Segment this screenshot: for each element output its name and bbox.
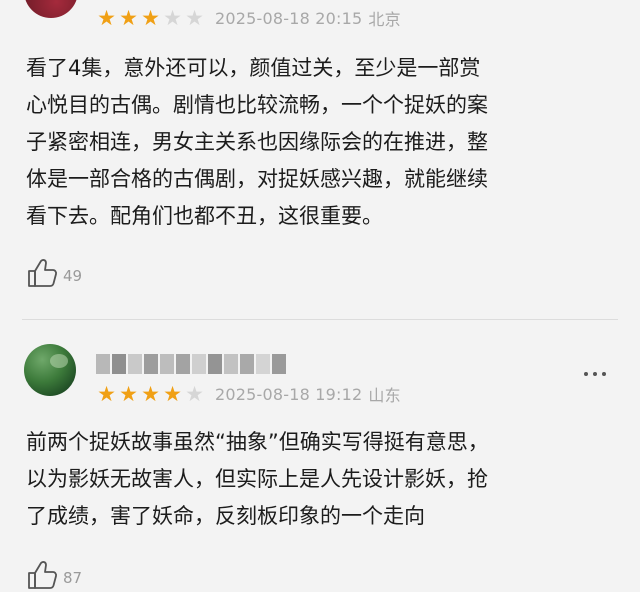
star-filled-icon: ★ <box>163 382 182 406</box>
star-filled-icon: ★ <box>119 6 138 30</box>
more-dots-icon[interactable] <box>584 372 606 376</box>
star-filled-icon: ★ <box>119 382 138 406</box>
like-count: 49 <box>63 267 83 285</box>
star-filled-icon: ★ <box>141 6 160 30</box>
review-meta: ★ ★ ★ ★ ★ 2025-08-18 19:12 山东 <box>96 382 401 406</box>
review-text: 前两个捉妖故事虽然“抽象”但确实写得挺有意思， 以为影妖无故害人，但实际上是人先… <box>26 430 489 528</box>
like-count: 87 <box>63 569 83 587</box>
star-filled-icon: ★ <box>97 382 116 406</box>
review-meta: ★ ★ ★ ★ ★ 2025-08-18 20:15 北京 <box>96 6 401 30</box>
thumbs-up-icon <box>28 259 57 287</box>
thumbs-up-icon <box>28 561 57 589</box>
review-text: 看了4集，意外还可以，颜值过关，至少是一部赏 心悦目的古偶。剧情也比较流畅，一个… <box>26 56 488 228</box>
star-filled-icon: ★ <box>97 6 116 30</box>
avatar[interactable] <box>24 0 78 18</box>
star-rating: ★ ★ ★ ★ ★ <box>96 383 205 405</box>
star-filled-icon: ★ <box>141 382 160 406</box>
review-location: 山东 <box>368 386 401 405</box>
star-rating: ★ ★ ★ ★ ★ <box>96 7 205 29</box>
star-empty-icon: ★ <box>185 6 204 30</box>
like-button[interactable]: 49 <box>26 256 82 290</box>
like-button[interactable]: 87 <box>26 558 82 592</box>
avatar[interactable] <box>24 344 76 396</box>
review-date: 2025-08-18 19:12 <box>215 384 363 404</box>
username-redacted <box>96 354 286 374</box>
review-date: 2025-08-18 20:15 <box>215 8 363 28</box>
review-location: 北京 <box>368 10 401 29</box>
review-item: ★ ★ ★ ★ ★ 2025-08-18 19:12 山东 前两个捉妖故事虽然“抽象”但… <box>0 320 640 591</box>
review-item: ★ ★ ★ ★ ★ 2025-08-18 20:15 北京 看了4集，意外还可以，颜值过… <box>0 0 640 318</box>
star-empty-icon: ★ <box>185 382 204 406</box>
star-empty-icon: ★ <box>163 6 182 30</box>
